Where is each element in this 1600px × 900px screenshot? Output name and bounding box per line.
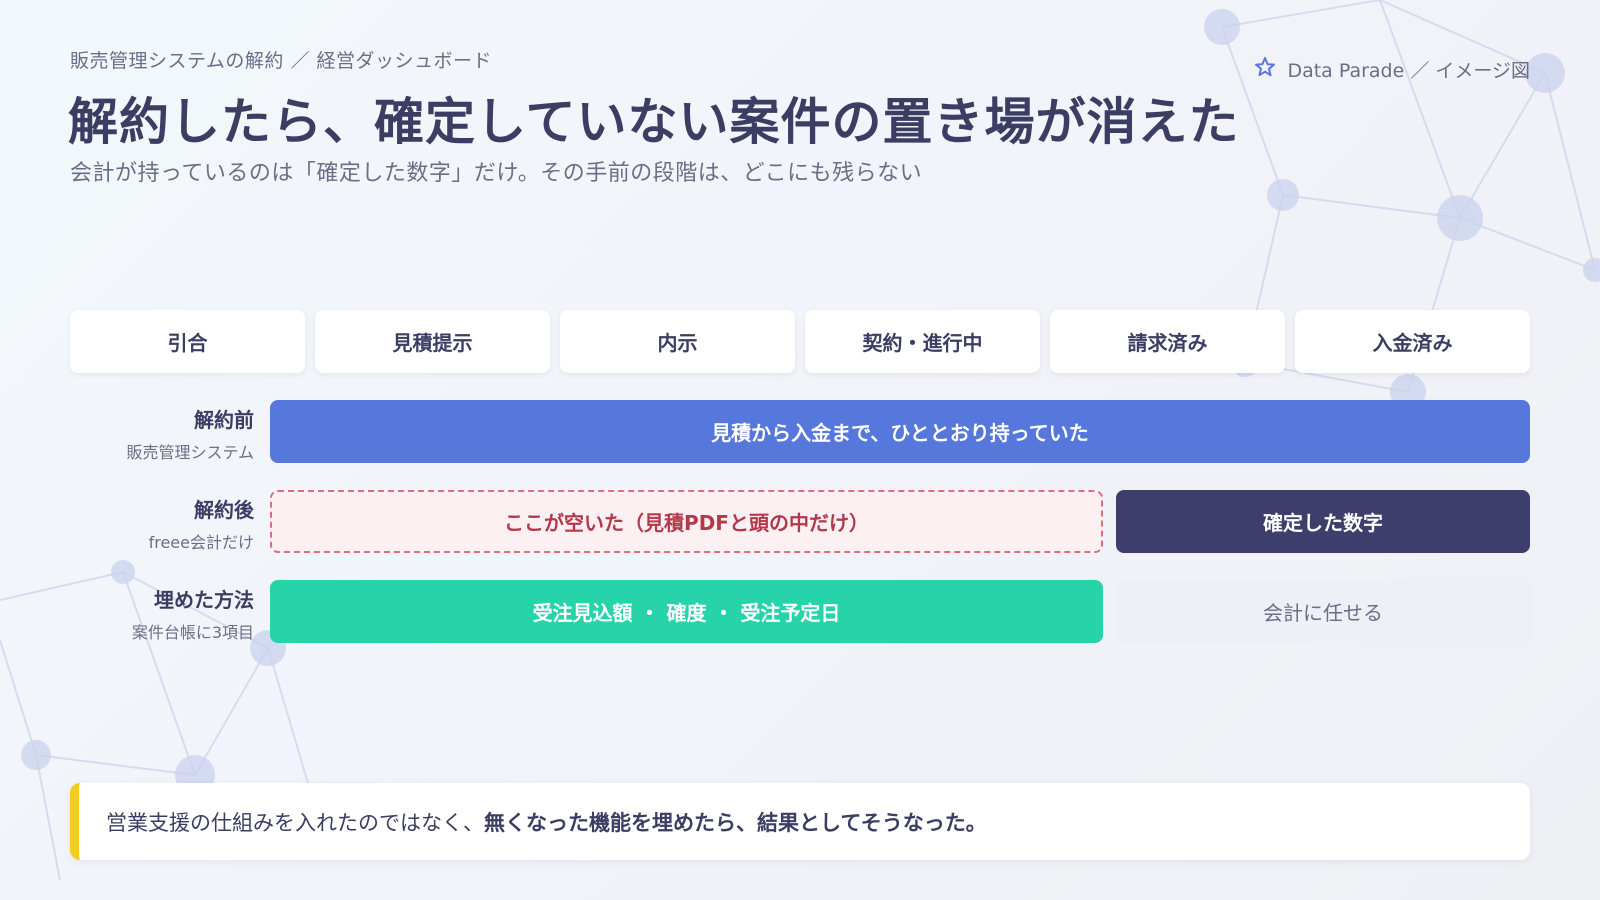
stage-inquiry: 引合 <box>70 310 305 373</box>
bar-after-fixed-numbers: 確定した数字 <box>1116 490 1530 553</box>
row-label-before-sub: 販売管理システム <box>126 443 254 462</box>
bar-after-gap: ここが空いた（見積PDFと頭の中だけ） <box>270 490 1103 553</box>
row-label-method-sub: 案件台帳に3項目 <box>131 623 254 642</box>
stage-contract: 契約・進行中 <box>805 310 1040 373</box>
bar-method-ledger-fields: 受注見込額 ・ 確度 ・ 受注予定日 <box>270 580 1103 643</box>
conclusion-bold-text: 無くなった機能を埋めたら、結果としてそうなった。 <box>484 810 987 835</box>
row-label-after-sub: freee会計だけ <box>148 533 254 552</box>
page-title: 解約したら、確定していない案件の置き場が消えた <box>68 93 1240 151</box>
row-label-before-title: 解約前 <box>194 408 254 432</box>
row-label-method: 埋めた方法 案件台帳に3項目 <box>70 584 254 643</box>
stage-quote: 見積提示 <box>315 310 550 373</box>
bar-method-accounting: 会計に任せる <box>1116 580 1530 643</box>
conclusion-callout: 営業支援の仕組みを入れたのではなく、 無くなった機能を埋めたら、結果としてそうなっ… <box>70 783 1530 860</box>
bar-before-full-coverage: 見積から入金まで、ひととおり持っていた <box>270 400 1530 463</box>
row-label-after-title: 解約後 <box>194 498 254 522</box>
stage-informal-offer: 内示 <box>560 310 795 373</box>
stage-header-row: 引合 見積提示 内示 契約・進行中 請求済み 入金済み <box>70 310 1530 373</box>
star-outline-icon <box>1253 55 1277 84</box>
row-label-method-title: 埋めた方法 <box>154 588 254 612</box>
page-subtitle: 会計が持っているのは「確定した数字」だけ。その手前の段階は、どこにも残らない <box>70 161 923 186</box>
stage-paid: 入金済み <box>1295 310 1530 373</box>
brand-label: Data Parade ／ イメージ図 <box>1287 60 1530 82</box>
breadcrumb: 販売管理システムの解約 ／ 経営ダッシュボード <box>70 50 493 72</box>
conclusion-normal-text: 営業支援の仕組みを入れたのではなく、 <box>106 810 484 835</box>
stage-invoiced: 請求済み <box>1050 310 1285 373</box>
row-label-before: 解約前 販売管理システム <box>70 404 254 463</box>
row-label-after: 解約後 freee会計だけ <box>70 494 254 553</box>
brand-badge: Data Parade ／ イメージ図 <box>1253 55 1530 84</box>
